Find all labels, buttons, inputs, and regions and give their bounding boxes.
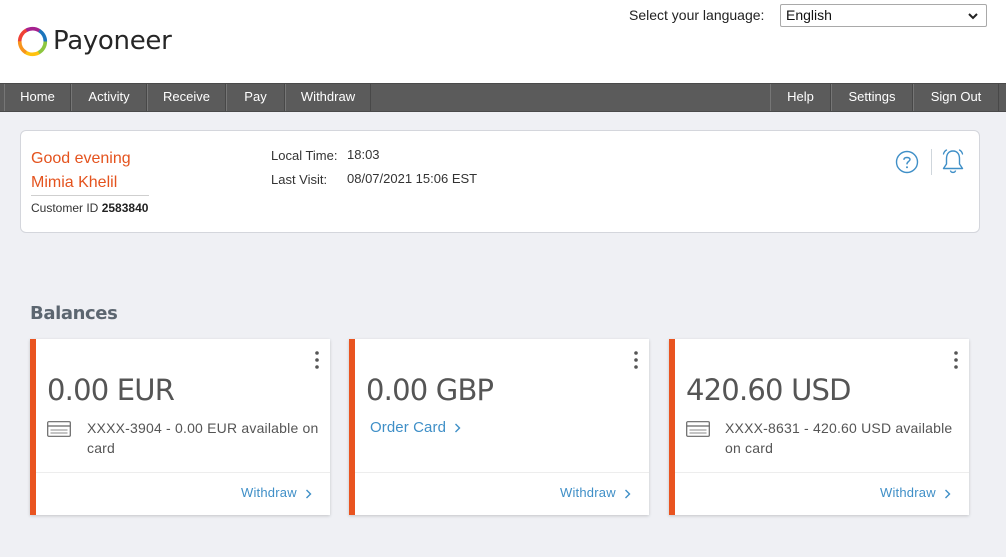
top-bar: Payoneer Select your language: English bbox=[0, 0, 1006, 83]
withdraw-label: Withdraw bbox=[880, 485, 936, 500]
local-time-value: 18:03 bbox=[347, 147, 380, 162]
order-card-label: Order Card bbox=[370, 419, 447, 436]
balance-amount: 0.00 GBP bbox=[366, 373, 494, 407]
payoneer-logo[interactable]: Payoneer bbox=[17, 25, 172, 57]
card-footer-divider bbox=[36, 472, 330, 473]
welcome-panel: Good evening Mimia Khelil Customer ID 25… bbox=[20, 130, 980, 233]
withdraw-link[interactable]: Withdraw bbox=[560, 485, 631, 501]
withdraw-link[interactable]: Withdraw bbox=[880, 485, 951, 501]
withdraw-link[interactable]: Withdraw bbox=[241, 485, 312, 501]
balance-card-usd: 420.60 USD XXXX-8631 - 420.60 USD availa… bbox=[669, 339, 969, 515]
language-select[interactable]: English bbox=[780, 4, 987, 27]
credit-card-icon bbox=[686, 421, 710, 437]
customer-id: Customer ID 2583840 bbox=[31, 201, 148, 215]
user-name: Mimia Khelil bbox=[31, 174, 118, 191]
order-card-link[interactable]: Order Card bbox=[370, 419, 461, 437]
language-selected-value: English bbox=[786, 7, 832, 23]
card-footer-divider bbox=[675, 472, 969, 473]
nav-activity[interactable]: Activity bbox=[71, 84, 147, 111]
chevron-down-icon bbox=[968, 13, 978, 20]
language-label: Select your language: bbox=[629, 7, 765, 23]
balance-card-gbp: 0.00 GBP Order Card Withdraw bbox=[349, 339, 649, 515]
local-time-label: Local Time: bbox=[271, 148, 338, 163]
last-visit-value: 08/07/2021 15:06 EST bbox=[347, 171, 478, 186]
nav-pay[interactable]: Pay bbox=[226, 84, 285, 111]
card-details: XXXX-3904 - 0.00 EUR available on card bbox=[87, 420, 319, 456]
nav-settings[interactable]: Settings bbox=[831, 84, 913, 111]
nav-help[interactable]: Help bbox=[770, 84, 831, 111]
withdraw-label: Withdraw bbox=[560, 485, 616, 500]
bell-icon[interactable] bbox=[940, 148, 966, 176]
help-circle-icon[interactable] bbox=[895, 150, 919, 174]
balance-amount: 420.60 USD bbox=[686, 373, 851, 407]
card-details: XXXX-8631 - 420.60 USD available on card bbox=[725, 420, 953, 456]
more-options-icon[interactable] bbox=[953, 350, 959, 370]
chevron-right-icon bbox=[944, 489, 951, 499]
greeting-text: Good evening bbox=[31, 150, 131, 167]
withdraw-label: Withdraw bbox=[241, 485, 297, 500]
more-options-icon[interactable] bbox=[633, 350, 639, 370]
icon-divider bbox=[931, 149, 932, 175]
balance-card-eur: 0.00 EUR XXXX-3904 - 0.00 EUR available … bbox=[30, 339, 330, 515]
nav-receive[interactable]: Receive bbox=[147, 84, 226, 111]
customer-id-label: Customer ID bbox=[31, 201, 99, 215]
divider bbox=[31, 195, 149, 196]
more-options-icon[interactable] bbox=[314, 350, 320, 370]
main-nav: Home Activity Receive Pay Withdraw Help … bbox=[0, 83, 1006, 112]
chevron-right-icon bbox=[624, 489, 631, 499]
nav-withdraw[interactable]: Withdraw bbox=[285, 84, 371, 111]
brand-name: Payoneer bbox=[53, 26, 172, 56]
payoneer-ring-icon bbox=[17, 26, 48, 56]
balances-title: Balances bbox=[30, 303, 118, 324]
balance-amount: 0.00 EUR bbox=[47, 373, 175, 407]
credit-card-icon bbox=[47, 421, 71, 437]
card-footer-divider bbox=[355, 472, 649, 473]
nav-sign-out[interactable]: Sign Out bbox=[913, 84, 999, 111]
customer-id-value: 2583840 bbox=[101, 201, 149, 215]
nav-home[interactable]: Home bbox=[4, 84, 71, 111]
last-visit-label: Last Visit: bbox=[271, 172, 328, 187]
chevron-right-icon bbox=[305, 489, 312, 499]
chevron-right-icon bbox=[455, 423, 461, 433]
